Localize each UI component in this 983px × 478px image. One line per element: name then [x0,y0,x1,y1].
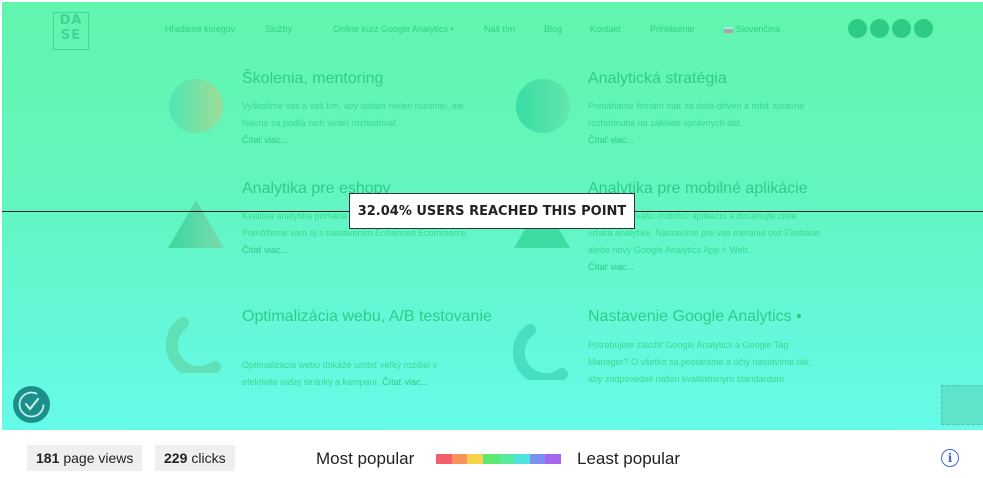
legend-swatch [482,454,499,464]
popularity-gradient-bar [436,454,561,464]
scroll-reach-label: 32.04% USERS REACHED THIS POINT [349,193,635,229]
nav-blog[interactable]: Blog [544,24,562,34]
accessibility-badge[interactable] [13,386,50,423]
read-more-link[interactable]: Čítať viac... [588,135,634,145]
card-text: Vyškolíme vás a váš tím, aby dátam niele… [242,101,464,145]
flag-icon [724,26,733,33]
info-icon[interactable]: i [941,449,959,467]
legend-swatch [467,454,483,464]
read-more-link[interactable]: Čítať viac... [242,135,288,145]
card-text: Potrebujete založiť Google Analytics a G… [588,340,812,384]
legend-swatch [514,454,530,464]
legend-swatch [451,454,468,464]
clicks-stat: 229 clicks [155,445,235,471]
nav-hladame-kolegov[interactable]: Hľadáme kolegov [165,24,235,34]
chat-widget-tab[interactable] [941,385,983,425]
legend-swatch [436,454,452,464]
legend-swatch [498,454,515,464]
nav-online-kurz[interactable]: Online kurz Google Analytics • [333,24,454,34]
nav-sluzby[interactable]: Služby [265,24,292,34]
legend-swatch [529,454,546,464]
social-icon[interactable] [870,19,889,38]
card-text: Pomáhame firmám stať sa data-driven a ro… [588,101,805,145]
legend-least-popular: Least popular [577,449,681,468]
social-icon[interactable] [848,19,867,38]
legend-swatch [545,454,561,464]
read-more-link[interactable]: Čítať viac... [382,377,428,387]
nav-prihlasenie[interactable]: Prihlásenie [650,24,695,34]
triangle-icon [168,200,224,248]
social-links [848,19,933,38]
hand-check-icon [18,391,45,418]
card-title[interactable]: Optimalizácia webu, A/B testovanie [242,306,492,327]
social-icon[interactable] [892,19,911,38]
circle-icon [516,79,570,133]
card-title[interactable]: Školenia, mentoring [242,68,383,89]
card-title[interactable]: Nastavenie Google Analytics • [588,306,802,327]
circle-icon [169,79,223,133]
nav-kontakt[interactable]: Kontakt [590,24,621,34]
page-views-stat: 181 page views [27,445,143,471]
card-text: Optimalizácia webu dokáže urobiť veľký r… [242,360,438,387]
arc-icon [512,324,568,380]
read-more-link[interactable]: Čítať viac... [242,245,288,255]
card-title[interactable]: Analytická stratégia [588,68,727,89]
arc-icon [165,317,221,373]
site-logo[interactable]: DA SE [53,12,89,50]
nav-language[interactable]: Slovenčina [724,24,780,34]
read-more-link[interactable]: Čítať viac... [588,262,634,272]
legend-most-popular: Most popular [316,449,415,468]
nav-nas-tim[interactable]: Náš tím [484,24,515,34]
social-icon[interactable] [914,19,933,38]
